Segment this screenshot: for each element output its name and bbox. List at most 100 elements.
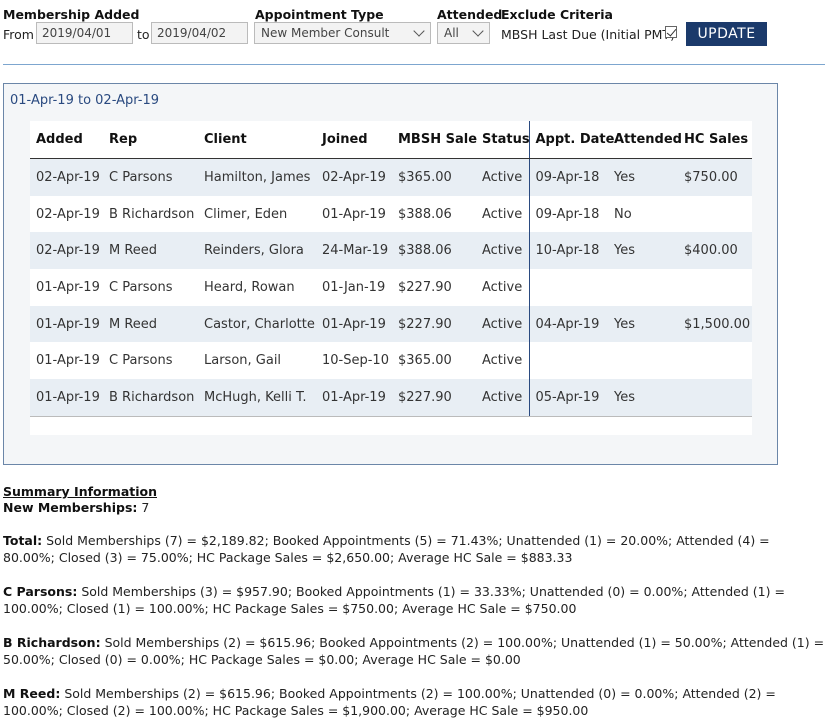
table-row[interactable]: 01-Apr-19 C Parsons Heard, Rowan 01-Jan-… <box>30 269 752 306</box>
table-cell: Yes <box>608 379 678 417</box>
table-cell: Active <box>476 305 530 343</box>
table-cell: 09-Apr-18 <box>535 206 600 222</box>
attended-label: Attended <box>437 7 503 22</box>
table-cell: Active <box>476 232 530 270</box>
table-cell <box>678 269 752 306</box>
summary-label: C Parsons: <box>3 584 78 599</box>
column-header[interactable]: Joined <box>316 121 392 159</box>
table-cell: $227.90 <box>392 379 476 417</box>
table-cell: McHugh, Kelli T. <box>198 379 316 417</box>
table-cell: Active <box>476 269 530 306</box>
column-header[interactable]: Added <box>30 121 103 159</box>
summary-heading: Summary Information <box>3 484 157 499</box>
summary-label: B Richardson: <box>3 635 101 650</box>
table-cell: $1,500.00 <box>678 305 752 343</box>
table-cell: 01-Apr-19 <box>322 206 386 222</box>
table-cell <box>678 196 752 233</box>
table-cell: B Richardson <box>109 206 195 222</box>
checkmark-icon <box>666 26 677 37</box>
table-cell: $365.00 <box>392 158 476 196</box>
table-cell: C Parsons <box>109 353 173 369</box>
table-cell <box>529 269 608 306</box>
column-header[interactable]: Rep <box>103 121 198 159</box>
membership-added-label: Membership Added <box>3 7 140 22</box>
table-cell: 02-Apr-19 <box>316 158 392 196</box>
chevron-down-icon <box>472 25 484 37</box>
table-cell: M Reed <box>103 232 198 270</box>
table-cell: Heard, Rowan <box>204 279 295 295</box>
summary-b-richardson: B Richardson: Sold Memberships (2) = $61… <box>3 634 825 668</box>
table-cell: 01-Apr-19 <box>30 379 103 417</box>
new-memberships-value: 7 <box>141 500 150 515</box>
summary-text: Sold Memberships (2) = $615.96; Booked A… <box>3 635 825 667</box>
table-cell: Climer, Eden <box>204 206 288 222</box>
table-cell: Castor, Charlotte <box>198 305 316 343</box>
appointment-type-select[interactable]: New Member Consult <box>254 22 431 44</box>
appointment-type-value: New Member Consult <box>261 26 390 40</box>
from-date-input[interactable] <box>36 22 133 44</box>
table-row[interactable]: 02-Apr-19 C Parsons Hamilton, James 02-A… <box>30 158 752 196</box>
exclude-checkbox[interactable] <box>665 26 677 38</box>
date-range-title: 01-Apr-19 to 02-Apr-19 <box>10 93 159 108</box>
table-row[interactable]: 02-Apr-19 B Richardson Climer, Eden 01-A… <box>30 195 752 233</box>
table-cell: Reinders, Glora <box>198 232 316 270</box>
table-row[interactable]: 01-Apr-19 M Reed Castor, Charlotte 01-Ap… <box>30 305 752 343</box>
table-row[interactable]: 01-Apr-19 B Richardson McHugh, Kelli T. … <box>30 379 752 417</box>
column-header[interactable]: HC Sales <box>678 121 752 159</box>
summary-text: Sold Memberships (3) = $957.90; Booked A… <box>3 584 785 616</box>
table-cell: M Reed <box>103 305 198 343</box>
update-button[interactable]: UPDATE <box>686 22 767 46</box>
results-table-wrapper: Added Rep Client Joined MBSH Sale Status… <box>30 121 752 435</box>
table-cell: $400.00 <box>678 232 752 270</box>
summary-section: Summary Information New Memberships: 7 T… <box>3 484 825 719</box>
table-cell <box>529 342 608 379</box>
table-cell: $388.06 <box>392 232 476 270</box>
column-header[interactable]: MBSH Sale <box>392 121 477 159</box>
results-panel: 01-Apr-19 to 02-Apr-19 Added Rep Client … <box>3 83 778 465</box>
table-cell: 24-Mar-19 <box>316 232 392 270</box>
column-header[interactable]: Client <box>198 121 316 159</box>
table-cell: 10-Sep-10 <box>322 353 389 369</box>
table-cell: C Parsons <box>109 279 173 295</box>
table-row[interactable]: 01-Apr-19 C Parsons Larson, Gail 10-Sep-… <box>30 342 752 380</box>
table-cell: Active <box>476 158 530 196</box>
filter-bar: Membership Added From to Appointment Typ… <box>0 0 825 62</box>
table-cell: Active <box>476 195 530 233</box>
table-row[interactable]: 02-Apr-19 M Reed Reinders, Glora 24-Mar-… <box>30 232 752 270</box>
table-cell: Yes <box>608 305 678 343</box>
results-table: Added Rep Client Joined MBSH Sale Status… <box>30 121 752 417</box>
attended-value: All <box>444 26 459 40</box>
column-header[interactable]: Appt. Date <box>529 121 614 159</box>
table-cell <box>608 269 678 306</box>
table-cell: $365.00 <box>398 353 452 369</box>
table-cell: 09-Apr-18 <box>529 158 608 196</box>
attended-select[interactable]: All <box>437 22 490 44</box>
summary-text: Sold Memberships (2) = $615.96; Booked A… <box>3 686 776 718</box>
table-cell: $227.90 <box>392 305 476 343</box>
table-cell: 01-Apr-19 <box>316 379 392 417</box>
table-cell: $388.06 <box>398 206 452 222</box>
chevron-down-icon <box>413 25 425 37</box>
from-label: From <box>3 27 34 42</box>
table-cell: 02-Apr-19 <box>36 206 100 222</box>
table-cell: $750.00 <box>678 158 752 196</box>
table-cell: 01-Apr-19 <box>316 305 392 343</box>
table-cell: 10-Apr-18 <box>529 232 608 270</box>
exclude-criteria-label: Exclude Criteria <box>501 7 613 22</box>
table-cell: 01-Apr-19 <box>30 305 103 343</box>
table-cell: 02-Apr-19 <box>30 158 103 196</box>
column-header[interactable]: Attended <box>608 121 682 159</box>
table-cell: Yes <box>608 158 678 196</box>
table-cell: B Richardson <box>103 379 198 417</box>
summary-m-reed: M Reed: Sold Memberships (2) = $615.96; … <box>3 685 825 719</box>
table-cell: 04-Apr-19 <box>529 305 608 343</box>
table-cell: 02-Apr-19 <box>30 232 103 270</box>
to-date-input[interactable] <box>151 22 248 44</box>
summary-label: Total: <box>3 533 43 548</box>
table-cell <box>678 379 752 417</box>
table-cell: 01-Jan-19 <box>322 279 386 295</box>
table-cell: Active <box>476 342 530 380</box>
table-header-row: Added Rep Client Joined MBSH Sale Status… <box>30 121 752 159</box>
column-header[interactable]: Status <box>476 121 530 159</box>
table-cell: Hamilton, James <box>198 158 316 196</box>
